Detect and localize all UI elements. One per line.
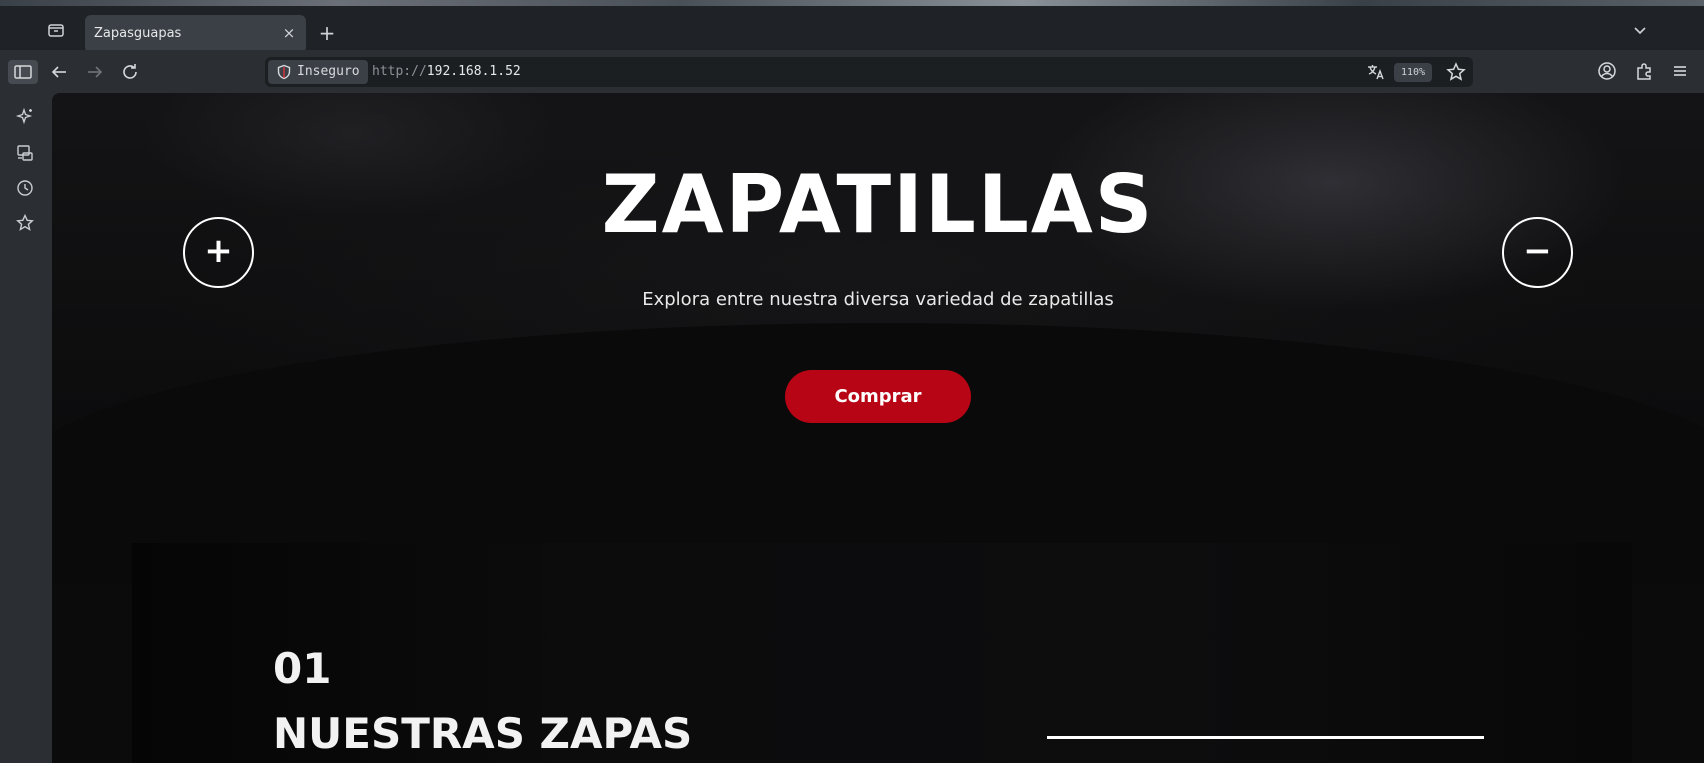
sidebar-icon[interactable] xyxy=(8,60,38,84)
reload-icon[interactable] xyxy=(118,60,142,84)
security-indicator[interactable]: Inseguro xyxy=(268,60,368,84)
url-text[interactable]: http://192.168.1.52 xyxy=(372,64,521,79)
section-number: 01 xyxy=(273,644,332,693)
translate-icon[interactable] xyxy=(1366,62,1386,82)
section-title: NUESTRAS ZAPAS xyxy=(273,709,693,758)
buy-button[interactable]: Comprar xyxy=(785,370,971,423)
url-host: 192.168.1.52 xyxy=(426,64,521,79)
section-divider xyxy=(1047,736,1484,739)
close-icon[interactable]: × xyxy=(280,24,298,42)
new-tab-button[interactable]: + xyxy=(317,23,337,43)
panel-icon[interactable] xyxy=(46,20,70,44)
web-page: ZAPATILLAS Explora entre nuestra diversa… xyxy=(52,93,1704,763)
tab-bar: Zapasguapas × + xyxy=(0,6,1704,53)
hero-title: ZAPATILLAS xyxy=(601,158,1155,251)
synced-tabs-icon[interactable] xyxy=(14,142,36,164)
navigation-bar: Inseguro http://192.168.1.52 110% xyxy=(0,50,1704,93)
back-icon[interactable] xyxy=(47,60,71,84)
browser-sidebar xyxy=(0,93,52,763)
security-label: Inseguro xyxy=(297,64,360,79)
extensions-icon[interactable] xyxy=(1633,60,1657,84)
carousel-minus-button[interactable]: − xyxy=(1502,217,1573,288)
tab-title: Zapasguapas xyxy=(94,26,182,41)
hero-subtitle: Explora entre nuestra diversa variedad d… xyxy=(642,289,1114,310)
tab-active[interactable]: Zapasguapas × xyxy=(85,15,306,53)
bookmark-star-icon[interactable] xyxy=(1445,61,1467,83)
shield-icon xyxy=(277,64,291,80)
tab-list-icon[interactable] xyxy=(1632,22,1652,42)
zoom-level-badge[interactable]: 110% xyxy=(1394,63,1432,82)
address-bar[interactable]: Inseguro http://192.168.1.52 110% xyxy=(265,57,1473,87)
account-icon[interactable] xyxy=(1596,60,1620,84)
forward-icon[interactable] xyxy=(83,60,107,84)
menu-icon[interactable] xyxy=(1669,60,1693,84)
bookmarks-icon[interactable] xyxy=(14,212,36,234)
history-icon[interactable] xyxy=(14,177,36,199)
url-scheme: http:// xyxy=(372,64,427,79)
ai-sparkle-icon[interactable] xyxy=(14,106,36,128)
carousel-plus-button[interactable]: + xyxy=(183,217,254,288)
